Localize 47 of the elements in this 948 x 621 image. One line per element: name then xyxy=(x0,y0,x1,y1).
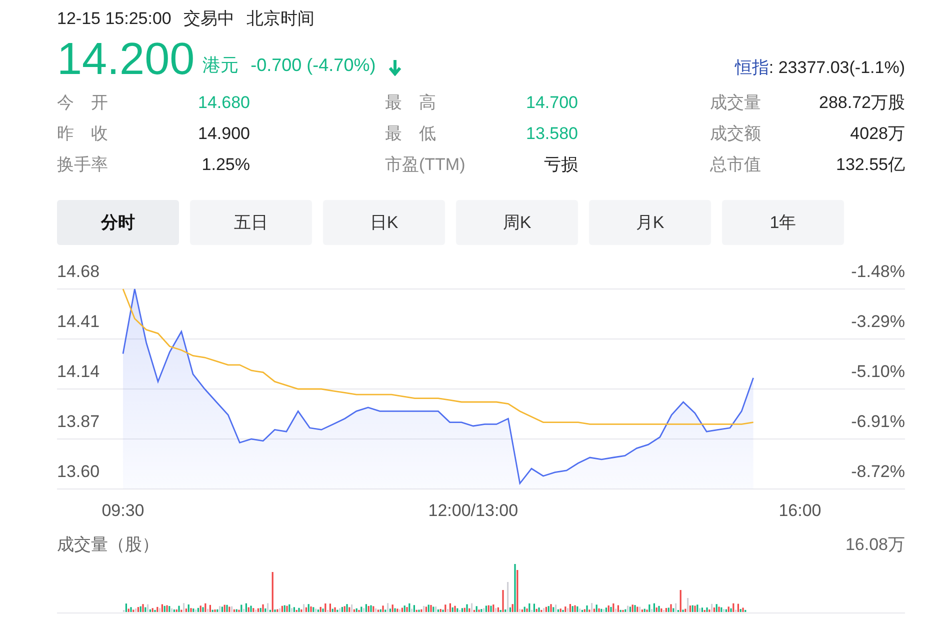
price-axis-label: 13.60 xyxy=(57,462,100,481)
stat-value: 14.680 xyxy=(197,92,250,114)
stat-label: 昨 收 xyxy=(57,123,109,145)
datetime: 12-15 15:25:00 xyxy=(57,8,172,30)
time-axis-label: 09:30 xyxy=(102,501,144,520)
index-name[interactable]: 恒指 xyxy=(734,58,769,76)
stat-label: 换手率 xyxy=(57,154,109,176)
stat-label: 总市值 xyxy=(710,154,762,176)
stat-value: 14.900 xyxy=(197,123,250,145)
stat-label: 市盈(TTM) xyxy=(385,154,466,176)
percent-axis-label: -3.29% xyxy=(851,312,905,331)
stat-label: 最 高 xyxy=(385,92,437,114)
price-axis-label: 13.87 xyxy=(57,412,100,431)
time-axis-label: 12:00/13:00 xyxy=(428,501,518,520)
chart-tab[interactable]: 分时 xyxy=(57,200,179,245)
percent-axis-label: -1.48% xyxy=(851,262,905,281)
price-axis-label: 14.68 xyxy=(57,262,100,281)
percent-axis-label: -6.91% xyxy=(851,412,905,431)
chart-tab[interactable]: 月K xyxy=(589,200,711,245)
index-value: : 23377.03(-1.1%) xyxy=(768,58,905,76)
stat-value: 4028万 xyxy=(850,123,905,145)
currency: 港元 xyxy=(202,54,239,77)
stat-label: 最 低 xyxy=(385,123,437,145)
percent-axis-label: -8.72% xyxy=(851,462,905,481)
last-price: 14.200 xyxy=(57,34,195,84)
time-axis-label: 16:00 xyxy=(778,501,822,520)
price-axis-label: 14.14 xyxy=(57,362,100,381)
stat-value: 1.25% xyxy=(200,154,250,176)
stat-value: 13.580 xyxy=(525,123,578,145)
stat-value: 14.700 xyxy=(525,92,578,114)
price-axis-label: 14.41 xyxy=(57,312,100,331)
stat-label: 成交量 xyxy=(710,92,762,114)
percent-axis-label: -5.10% xyxy=(851,362,905,381)
stat-value: 288.72万股 xyxy=(819,92,905,114)
stat-value: 亏损 xyxy=(543,154,578,176)
stat-value: 132.55亿 xyxy=(836,154,905,176)
chart-tab[interactable]: 日K xyxy=(323,200,445,245)
price-change: -0.700 (-4.70%) xyxy=(250,54,376,77)
chart-tab[interactable]: 周K xyxy=(456,200,578,245)
volume-title: 成交量（股） xyxy=(57,534,159,556)
stat-label: 成交额 xyxy=(710,123,762,145)
timezone: 北京时间 xyxy=(246,8,314,30)
trading-status: 交易中 xyxy=(183,8,234,30)
chart-tab[interactable]: 五日 xyxy=(190,200,312,245)
volume-max-label: 16.08万 xyxy=(845,534,905,556)
stat-label: 今 开 xyxy=(57,92,109,114)
chart-tab[interactable]: 1年 xyxy=(722,200,844,245)
